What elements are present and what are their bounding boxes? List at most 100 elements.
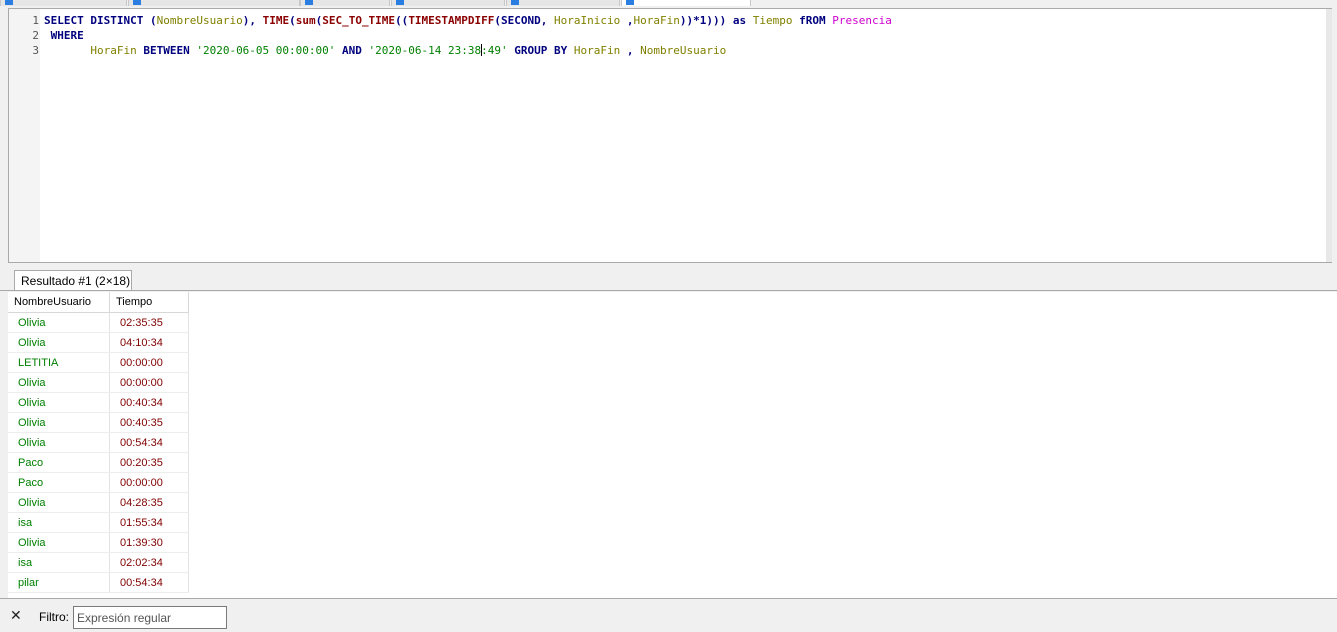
- sql-keyword: BETWEEN: [143, 44, 190, 57]
- line-number: 1: [32, 14, 39, 27]
- cell-nombreusuario[interactable]: Olivia: [8, 492, 110, 513]
- query-tab[interactable]: [128, 0, 300, 6]
- cell-nombreusuario[interactable]: isa: [8, 552, 110, 573]
- result-grid: NombreUsuario Tiempo Olivia 02:35:35 Olivi…: [8, 292, 189, 593]
- cell-tiempo[interactable]: 00:00:00: [109, 352, 189, 373]
- code-line-2[interactable]: WHERE: [44, 29, 84, 42]
- query-tab[interactable]: [300, 0, 390, 6]
- cell-nombreusuario[interactable]: isa: [8, 512, 110, 533]
- sql-editor[interactable]: 1 2 3 SELECT DISTINCT (NombreUsuario), T…: [8, 8, 1332, 263]
- sql-identifier: NombreUsuario: [156, 14, 243, 27]
- table-row[interactable]: pilar 00:54:34: [8, 572, 189, 593]
- code-line-3[interactable]: HoraFin BETWEEN '2020-06-05 00:00:00' AN…: [44, 44, 726, 57]
- play-icon: [396, 0, 404, 5]
- sql-table-name: Presencia: [832, 14, 892, 27]
- cell-tiempo[interactable]: 01:55:34: [109, 512, 189, 533]
- table-icon: [5, 0, 13, 5]
- sql-function: sum: [295, 14, 316, 27]
- sql-punctuation: ,: [626, 44, 634, 57]
- cell-nombreusuario[interactable]: Paco: [8, 452, 110, 473]
- table-row[interactable]: Olivia 04:10:34: [8, 332, 189, 353]
- cell-nombreusuario[interactable]: Olivia: [8, 412, 110, 433]
- cell-tiempo[interactable]: 04:10:34: [109, 332, 189, 353]
- cell-tiempo[interactable]: 00:40:34: [109, 392, 189, 413]
- editor-scrollbar[interactable]: [1326, 9, 1332, 262]
- sql-keyword: AND: [342, 44, 362, 57]
- sql-operator: *1: [693, 14, 707, 27]
- sql-function: SEC_TO_TIME: [322, 14, 396, 27]
- sql-function: TIMESTAMPDIFF: [408, 14, 495, 27]
- play-icon: [511, 0, 519, 5]
- cell-nombreusuario[interactable]: Paco: [8, 472, 110, 493]
- sql-identifier: HoraFin: [573, 44, 621, 57]
- sql-keyword: as: [732, 14, 747, 27]
- play-icon: [626, 0, 634, 5]
- sql-function: TIME: [262, 14, 290, 27]
- cell-tiempo[interactable]: 00:54:34: [109, 432, 189, 453]
- table-row[interactable]: isa 02:02:34: [8, 552, 189, 573]
- cell-tiempo[interactable]: 02:02:34: [109, 552, 189, 573]
- cell-nombreusuario[interactable]: Olivia: [8, 372, 110, 393]
- table-row[interactable]: Olivia 04:28:35: [8, 492, 189, 513]
- grid-body: Olivia 02:35:35 Olivia 04:10:34 LETITIA 00:00…: [8, 312, 189, 593]
- cell-tiempo[interactable]: 04:28:35: [109, 492, 189, 513]
- divider: [0, 598, 1337, 599]
- table-row[interactable]: Paco 00:00:00: [8, 472, 189, 493]
- sql-string: '2020-06-05 00:00:00': [196, 44, 336, 57]
- table-row[interactable]: Olivia 00:54:34: [8, 432, 189, 453]
- query-tab[interactable]: [391, 0, 505, 6]
- sql-string: :49': [481, 44, 508, 57]
- sql-keyword: DISTINCT: [90, 14, 144, 27]
- table-row[interactable]: Olivia 01:39:30: [8, 532, 189, 553]
- query-tab[interactable]: [506, 0, 620, 6]
- tab-result-1[interactable]: Resultado #1 (2×18): [14, 270, 132, 290]
- grid-header-row: NombreUsuario Tiempo: [8, 292, 189, 313]
- cell-tiempo[interactable]: 00:00:00: [109, 472, 189, 493]
- sql-keyword: SECOND: [501, 14, 541, 27]
- cell-tiempo[interactable]: 02:35:35: [109, 312, 189, 333]
- filter-input[interactable]: [73, 606, 227, 629]
- cell-nombreusuario[interactable]: Olivia: [8, 332, 110, 353]
- query-tab[interactable]: [0, 0, 127, 6]
- cell-nombreusuario[interactable]: pilar: [8, 572, 110, 593]
- sql-keyword: GROUP BY: [514, 44, 568, 57]
- cell-nombreusuario[interactable]: Olivia: [8, 392, 110, 413]
- cell-tiempo[interactable]: 00:00:00: [109, 372, 189, 393]
- cell-tiempo[interactable]: 00:40:35: [109, 412, 189, 433]
- divider: [0, 290, 1337, 291]
- cell-tiempo[interactable]: 00:20:35: [109, 452, 189, 473]
- sql-string: '2020-06-14 23:38: [368, 44, 482, 57]
- database-icon: [133, 0, 141, 5]
- cell-nombreusuario[interactable]: LETITIA: [8, 352, 110, 373]
- filter-label: Filtro:: [39, 610, 69, 624]
- sql-identifier: HoraFin: [90, 44, 137, 57]
- sql-identifier: Tiempo: [752, 14, 793, 27]
- table-row[interactable]: Paco 00:20:35: [8, 452, 189, 473]
- cell-nombreusuario[interactable]: Olivia: [8, 432, 110, 453]
- table-row[interactable]: isa 01:55:34: [8, 512, 189, 533]
- cell-tiempo[interactable]: 01:39:30: [109, 532, 189, 553]
- column-header-tiempo[interactable]: Tiempo: [109, 292, 189, 313]
- code-line-1[interactable]: SELECT DISTINCT (NombreUsuario), TIME(su…: [44, 14, 892, 27]
- query-tab-active[interactable]: [621, 0, 751, 6]
- line-number: 3: [32, 44, 39, 57]
- filter-bar: ✕ Filtro:: [0, 600, 1337, 632]
- sql-keyword: WHERE: [50, 29, 84, 42]
- play-icon: [305, 0, 313, 5]
- result-grid-area: NombreUsuario Tiempo Olivia 02:35:35 Olivi…: [8, 292, 1337, 598]
- column-header-nombreusuario[interactable]: NombreUsuario: [8, 292, 110, 313]
- table-row[interactable]: LETITIA 00:00:00: [8, 352, 189, 373]
- sql-identifier: HoraInicio: [554, 14, 621, 27]
- sql-client-window: 1 2 3 SELECT DISTINCT (NombreUsuario), T…: [0, 0, 1337, 632]
- sql-identifier: HoraFin: [633, 14, 680, 27]
- table-row[interactable]: Olivia 00:00:00: [8, 372, 189, 393]
- cell-tiempo[interactable]: 00:54:34: [109, 572, 189, 593]
- cell-nombreusuario[interactable]: Olivia: [8, 532, 110, 553]
- table-row[interactable]: Olivia 02:35:35: [8, 312, 189, 333]
- query-tab-strip: [0, 0, 1337, 6]
- sql-keyword: fROM: [799, 14, 826, 27]
- cell-nombreusuario[interactable]: Olivia: [8, 312, 110, 333]
- close-icon[interactable]: ✕: [10, 608, 22, 622]
- table-row[interactable]: Olivia 00:40:35: [8, 412, 189, 433]
- table-row[interactable]: Olivia 00:40:34: [8, 392, 189, 413]
